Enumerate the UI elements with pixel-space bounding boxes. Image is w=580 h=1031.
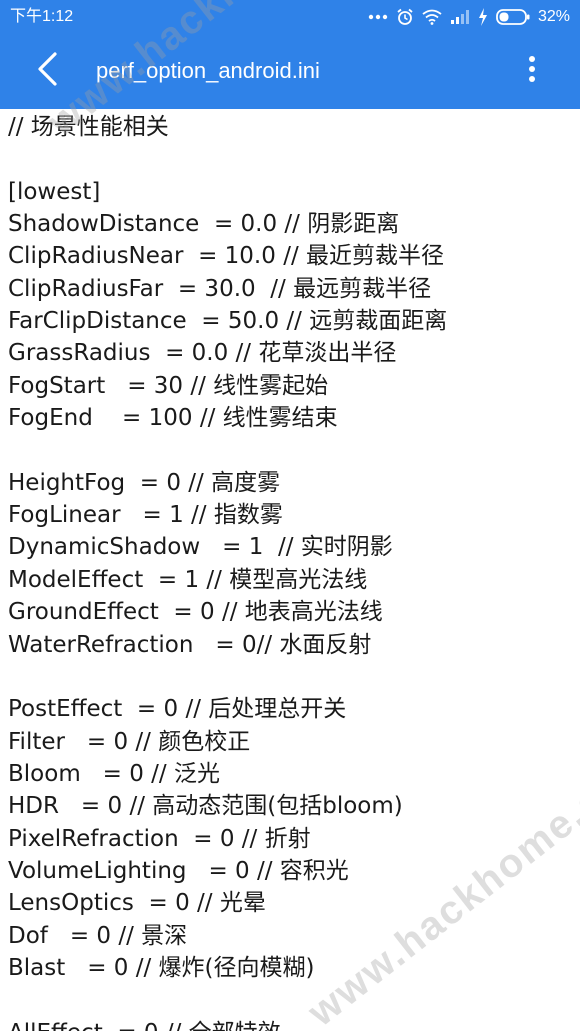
file-line: FarClipDistance = 50.0 // 远剪裁面距离: [8, 308, 448, 335]
chevron-left-icon: [36, 52, 60, 90]
file-title: perf_option_android.ini: [96, 58, 320, 83]
file-line: // 场景性能相关: [8, 114, 169, 140]
file-line: AllEffect = 0 // 全部特效: [8, 1017, 580, 1031]
file-line: [8, 984, 580, 1016]
file-line: WaterRefraction = 0// 水面反射: [8, 631, 372, 658]
file-line: ClipRadiusNear = 10.0 // 最近剪裁半径: [8, 243, 445, 270]
dots-icon: [368, 14, 388, 20]
file-line: LensOptics = 0 // 光晕: [8, 890, 266, 917]
file-line: [8, 434, 580, 466]
more-vert-icon: [528, 55, 536, 87]
file-line: FogStart = 30 // 线性雾起始: [8, 372, 329, 399]
file-line: PostEffect = 0 // 后处理总开关: [8, 696, 347, 723]
file-line: [8, 143, 580, 175]
file-line: FogEnd = 100 // 线性雾结束: [8, 405, 338, 432]
wifi-icon: [422, 9, 442, 25]
file-line: Bloom = 0 // 泛光: [8, 760, 220, 787]
battery-icon: [496, 9, 530, 25]
charging-icon: [478, 8, 488, 26]
file-line: DynamicShadow = 1 // 实时阴影: [8, 534, 393, 561]
battery-percent: 32%: [537, 8, 570, 25]
file-line: VolumeLighting = 0 // 容积光: [8, 857, 349, 884]
file-line: HDR = 0 // 高动态范围(包括bloom): [8, 793, 403, 820]
status-icons: 32%: [368, 5, 570, 29]
file-line: [lowest]: [8, 178, 101, 205]
back-button[interactable]: [22, 45, 74, 97]
file-line: GrassRadius = 0.0 // 花草淡出半径: [8, 340, 397, 367]
file-text: // 场景性能相关 [lowest] ShadowDistance = 0.0 //…: [0, 111, 580, 1031]
file-line: HeightFog = 0 // 高度雾: [8, 469, 281, 496]
status-time: 下午1:12: [10, 8, 74, 25]
file-line: FogLinear = 1 // 指数雾: [8, 502, 283, 529]
file-line: [8, 661, 580, 693]
signal-icon: [450, 9, 470, 25]
file-line: GroundEffect = 0 // 地表高光法线: [8, 599, 383, 626]
file-line: PixelRefraction = 0 // 折射: [8, 825, 311, 852]
file-line: ShadowDistance = 0.0 // 阴影距离: [8, 211, 400, 238]
file-line: Blast = 0 // 爆炸(径向模糊): [8, 954, 315, 981]
file-content-view[interactable]: // 场景性能相关 [lowest] ShadowDistance = 0.0 //…: [0, 109, 580, 1031]
file-line: ModelEffect = 1 // 模型高光法线: [8, 566, 368, 593]
file-line: ClipRadiusFar = 30.0 // 最远剪裁半径: [8, 275, 432, 302]
file-line: Dof = 0 // 景深: [8, 922, 188, 949]
status-bar: 下午1:12 32%: [0, 0, 580, 33]
file-line: Filter = 0 // 颜色校正: [8, 728, 251, 755]
overflow-menu-button[interactable]: [522, 51, 542, 91]
app-bar: perf_option_android.ini: [0, 33, 580, 109]
alarm-icon: [396, 8, 414, 26]
